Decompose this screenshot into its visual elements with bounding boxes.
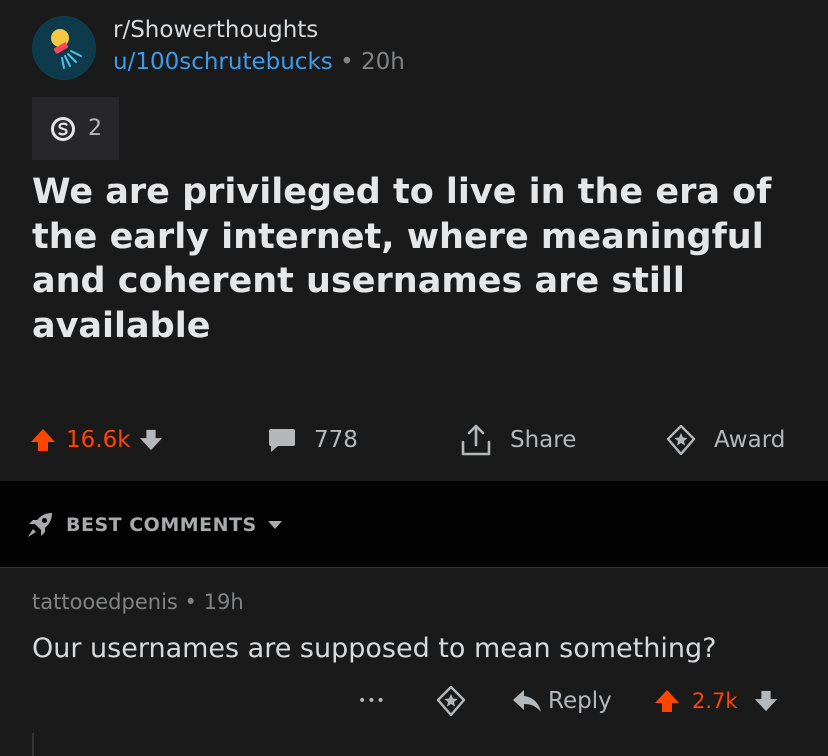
reply-button[interactable]: Reply: [512, 682, 612, 720]
comment-vote-group: 2.7k: [654, 682, 778, 720]
upvote-icon[interactable]: [654, 688, 680, 714]
post-age: 20h: [360, 49, 405, 75]
post-meta: u/100schrutebucks • 20h: [113, 49, 405, 75]
share-button[interactable]: Share: [460, 420, 576, 460]
divider: [0, 567, 828, 568]
reply-label: Reply: [548, 688, 612, 714]
subreddit-avatar-icon[interactable]: [32, 16, 96, 80]
rocket-icon: [28, 513, 52, 537]
sort-dropdown[interactable]: BEST COMMENTS: [26, 511, 283, 539]
sort-label: BEST COMMENTS: [66, 514, 257, 536]
thread-line: [32, 733, 34, 756]
post-author[interactable]: u/100schrutebucks: [113, 49, 333, 75]
more-icon: •••: [358, 693, 386, 709]
subreddit-name[interactable]: r/Showerthoughts: [113, 17, 318, 43]
comment-sort-bar: BEST COMMENTS: [0, 481, 828, 567]
comment-award-button[interactable]: [436, 682, 466, 720]
vote-group: 16.6k: [30, 420, 163, 460]
silver-award-icon: [51, 116, 75, 141]
post-title[interactable]: We are privileged to live in the era of …: [32, 170, 802, 348]
post-score: 16.6k: [66, 427, 131, 453]
award-button[interactable]: Award: [666, 420, 785, 460]
award-count: 2: [88, 116, 102, 141]
upvote-icon[interactable]: [30, 427, 56, 453]
reply-icon: [513, 690, 541, 712]
more-button[interactable]: •••: [358, 682, 386, 720]
comment-count: 778: [314, 427, 358, 453]
share-icon: [461, 424, 491, 456]
comment-author[interactable]: tattooedpenis: [32, 590, 178, 614]
comment-body: Our usernames are supposed to mean somet…: [32, 633, 717, 664]
downvote-icon[interactable]: [754, 688, 778, 714]
awards-badge[interactable]: 2: [32, 97, 119, 160]
award-label: Award: [714, 427, 786, 453]
comment-separator: •: [177, 590, 204, 614]
chevron-down-icon: [267, 521, 282, 529]
comments-button[interactable]: 778: [268, 420, 358, 460]
meta-separator: •: [332, 49, 361, 75]
award-icon: [436, 686, 466, 716]
comment-meta: tattooedpenis • 19h: [32, 590, 244, 614]
comment-score: 2.7k: [692, 689, 738, 713]
award-icon: [666, 425, 696, 455]
post-card: r/Showerthoughts u/100schrutebucks • 20h…: [0, 0, 828, 481]
share-label: Share: [510, 427, 577, 453]
downvote-icon[interactable]: [139, 427, 163, 453]
comment-age: 19h: [203, 590, 244, 614]
comment-icon: [269, 429, 295, 452]
